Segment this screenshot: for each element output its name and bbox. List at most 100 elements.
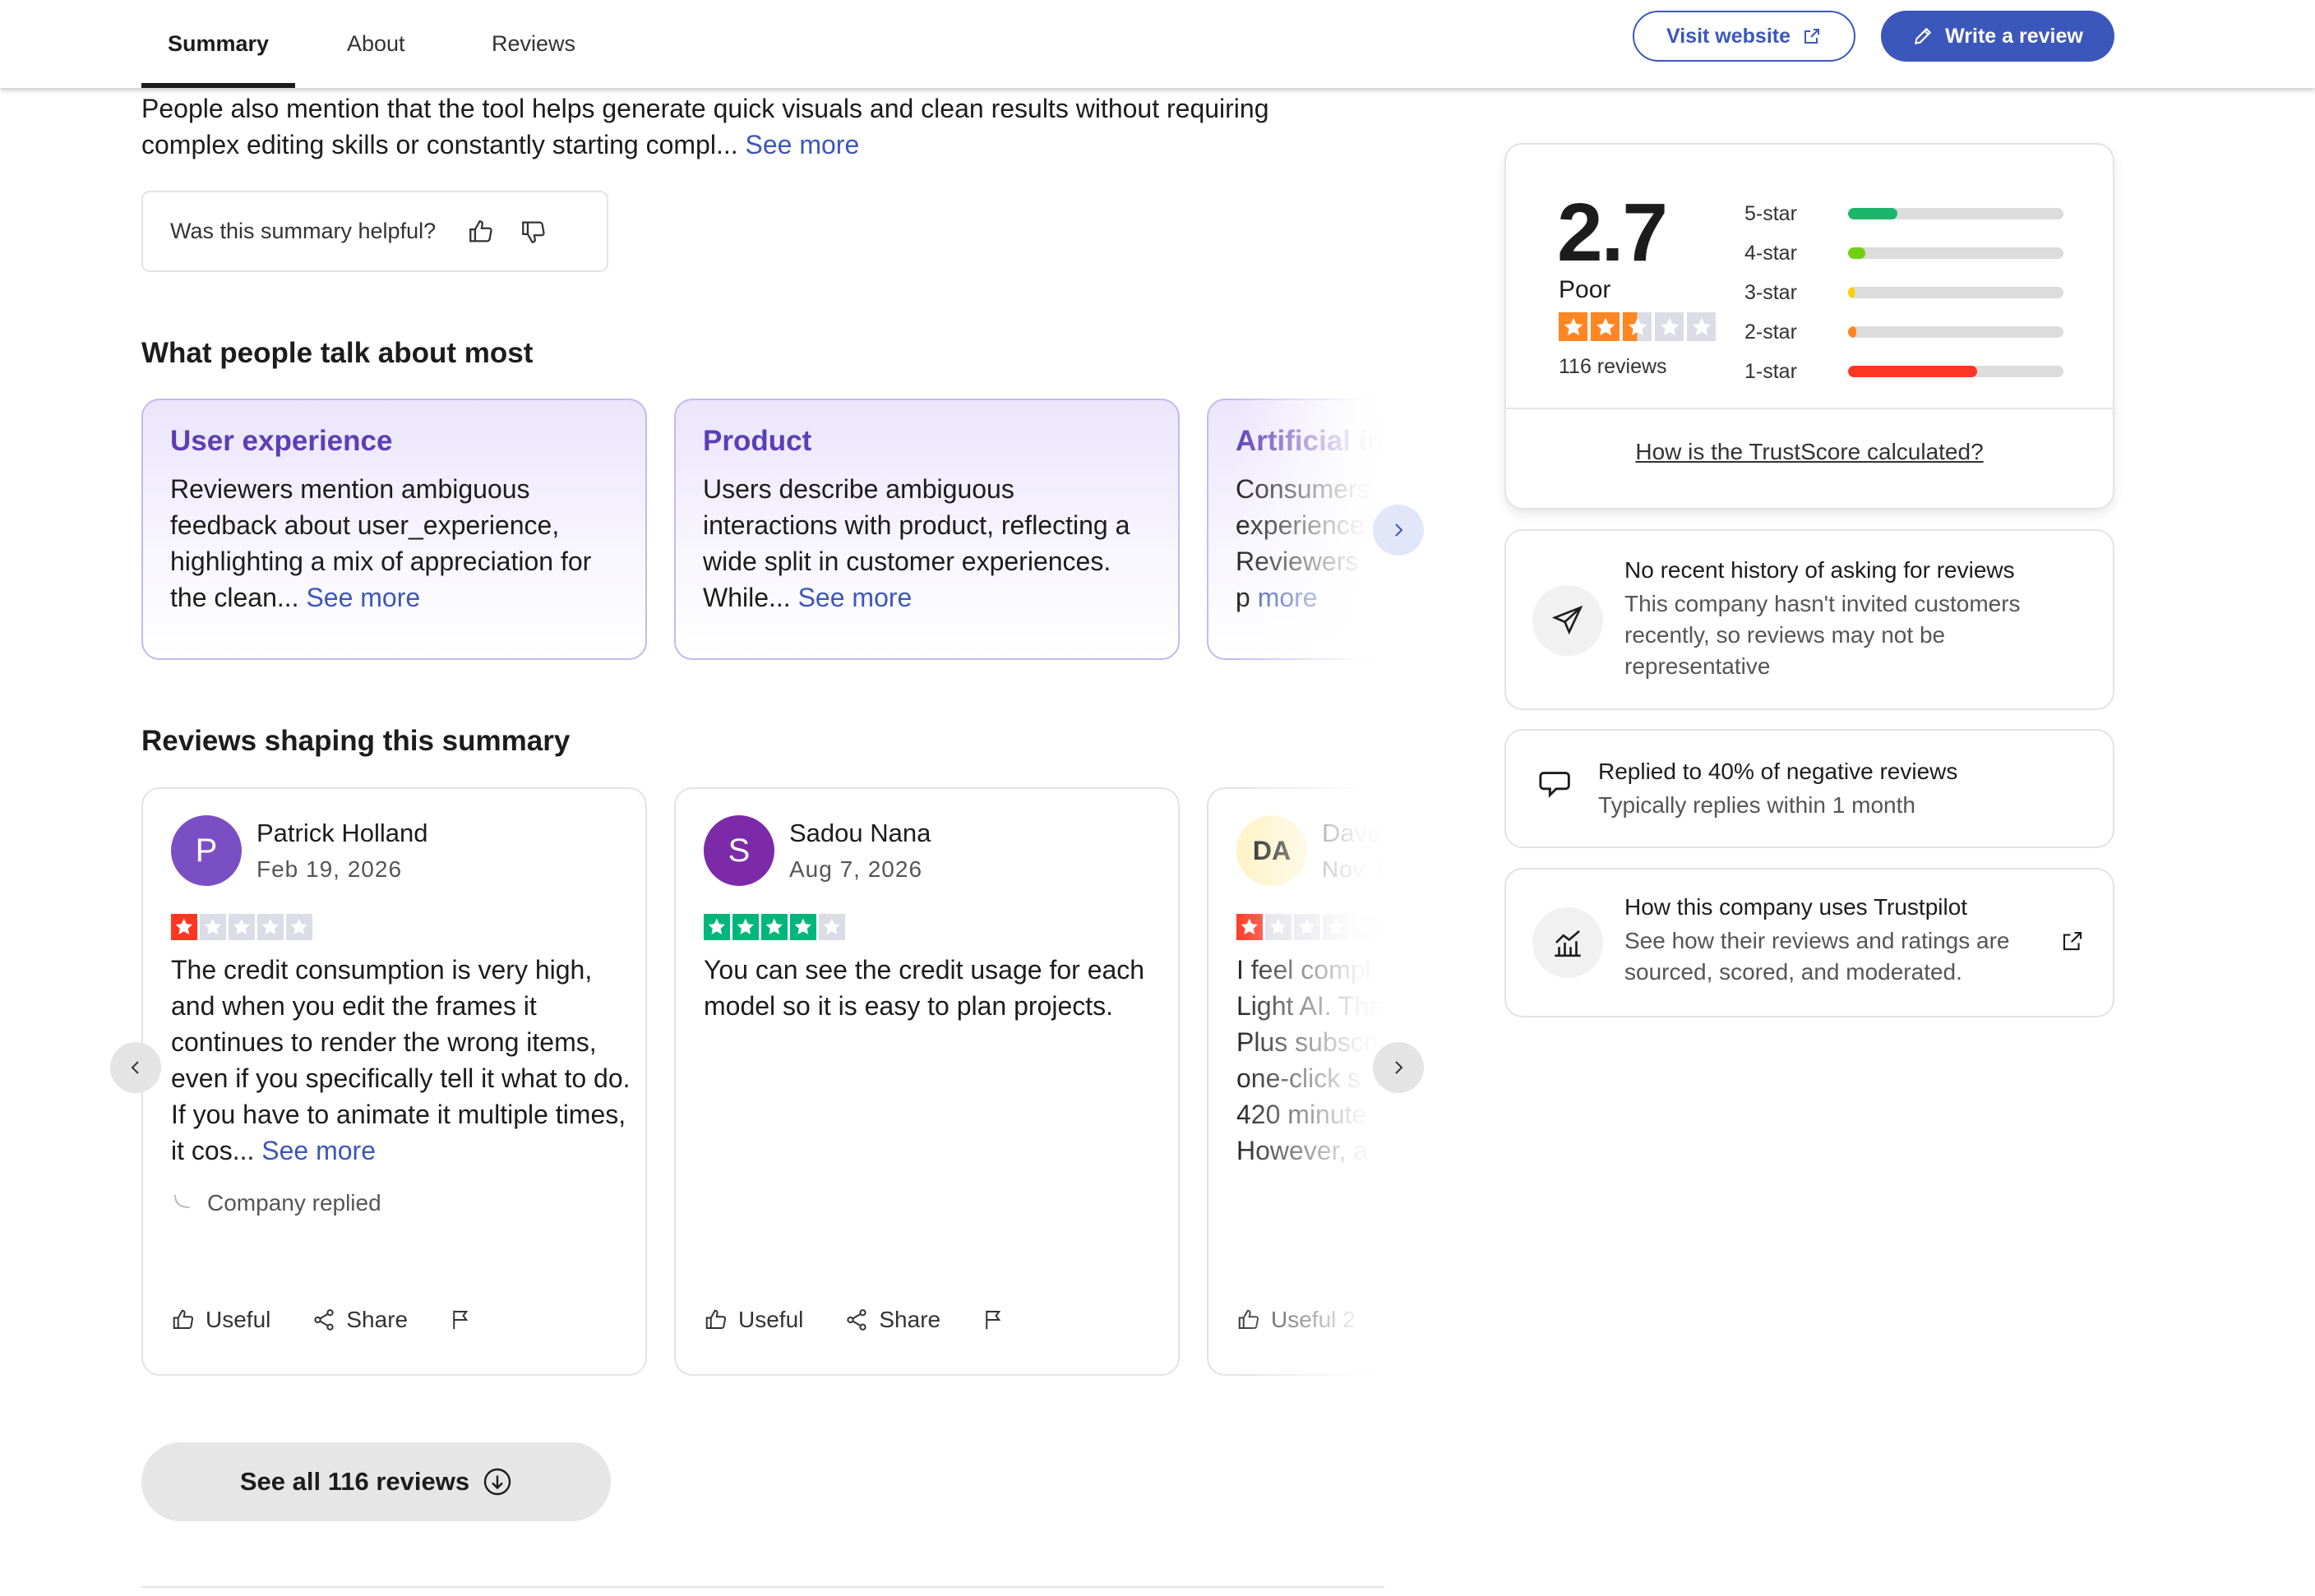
external-link-icon (2063, 931, 2082, 951)
star-icon (229, 914, 255, 940)
see-all-reviews-button[interactable]: See all 116 reviews (141, 1442, 611, 1521)
distribution-label: 1-star (1744, 359, 1797, 383)
distribution-bar (1848, 366, 2063, 377)
review-date: Aug 7, 2026 (789, 856, 923, 882)
thumbs-up-icon (173, 1309, 194, 1329)
review-card[interactable]: DA Dave Nov 1 I feel compl Light AI. The… (1207, 787, 1389, 1376)
tab-summary[interactable]: Summary (141, 0, 296, 88)
star-icon (1352, 914, 1378, 940)
reviewer-name[interactable]: Dave (1322, 819, 1381, 848)
card-divider (1506, 408, 2113, 409)
trustscore-stars (1559, 312, 1716, 341)
info-card-trustpilot-usage[interactable]: How this company uses Trustpilot See how… (1504, 868, 2114, 1017)
info-card-invitations: No recent history of asking for reviews … (1504, 529, 2114, 710)
info-desc: Typically replies within 1 month (1598, 792, 1915, 818)
reply-corner-icon (174, 1194, 190, 1208)
star-icon (1294, 914, 1320, 940)
share-button[interactable]: Share (312, 1307, 408, 1333)
topic-text: Consumers experience Reviewers p more (1236, 474, 1370, 612)
useful-button[interactable]: Useful (704, 1307, 803, 1333)
company-replied[interactable]: Company replied (171, 1190, 381, 1216)
info-card-replies: Replied to 40% of negative reviews Typic… (1504, 729, 2114, 848)
info-desc: This company hasn't invited customers re… (1624, 591, 2021, 679)
star-icon (1323, 914, 1349, 940)
trustscore-card: 2.7 Poor 116 reviews 5-star 4-star 3-star 2… (1504, 143, 2114, 510)
star-icon (819, 914, 845, 940)
summary-text: People also mention that the tool helps … (141, 90, 1333, 163)
distribution-row-2-star[interactable]: 2-star (1744, 312, 2063, 352)
avatar: S (704, 815, 774, 886)
star-icon (790, 914, 816, 940)
share-button[interactable]: Share (844, 1307, 940, 1333)
star-icon (171, 914, 197, 940)
topic-text: Users describe ambiguous interactions wi… (703, 474, 1130, 612)
thumbs-up-icon (705, 1309, 727, 1329)
star-icon (1623, 312, 1652, 341)
tab-reviews[interactable]: Reviews (492, 0, 575, 88)
distribution-row-1-star[interactable]: 1-star (1744, 352, 2063, 391)
star-icon (1265, 914, 1292, 940)
visit-website-button[interactable]: Visit website (1633, 11, 1855, 62)
review-star-rating (171, 914, 312, 940)
distribution-row-4-star[interactable]: 4-star (1744, 233, 2063, 273)
summary-body: People also mention that the tool helps … (141, 94, 1269, 159)
review-star-rating (704, 914, 845, 940)
topics-next-button[interactable] (1373, 505, 1424, 556)
star-icon (257, 914, 284, 940)
reviewer-name[interactable]: Sadou Nana (789, 819, 931, 848)
chevron-right-icon (1395, 524, 1403, 537)
star-icon (761, 914, 788, 940)
reviews-next-button[interactable] (1373, 1042, 1424, 1093)
review-see-more-link[interactable]: See more (261, 1136, 376, 1165)
topic-title: Artificial in (1236, 425, 1384, 457)
share-icon (314, 1309, 334, 1331)
review-text: You can see the credit usage for each mo… (704, 955, 1145, 1021)
star-icon (732, 914, 759, 940)
topic-card-artificial-intelligence[interactable]: Artificial in Consumers experience Revie… (1207, 399, 1389, 660)
distribution-bar (1848, 287, 2063, 298)
info-desc: See how their reviews and ratings are so… (1624, 928, 2010, 985)
summary-helpful-box: Was this summary helpful? (141, 191, 608, 272)
distribution-bar-fill (1848, 366, 1978, 377)
distribution-label: 3-star (1744, 280, 1797, 304)
star-icon (1591, 312, 1620, 341)
distribution-bar (1848, 208, 2063, 219)
share-icon (847, 1309, 866, 1331)
review-card[interactable]: P Patrick Holland Feb 19, 2026 The credi… (141, 787, 647, 1376)
external-link-icon (1804, 29, 1819, 44)
flag-icon[interactable] (449, 1308, 474, 1332)
useful-button[interactable]: Useful (171, 1307, 270, 1333)
reviews-prev-button[interactable] (110, 1042, 161, 1093)
summary-see-more-link[interactable]: See more (746, 130, 860, 159)
paper-plane-icon (1551, 605, 1583, 635)
thumbs-down-icon[interactable] (520, 218, 548, 246)
distribution-bar-fill (1848, 287, 1855, 298)
distribution-row-5-star[interactable]: 5-star (1744, 194, 2063, 233)
thumbs-up-icon[interactable] (467, 218, 495, 246)
topic-card-product[interactable]: Product Users describe ambiguous interac… (674, 399, 1180, 660)
distribution-label: 5-star (1744, 201, 1797, 225)
helpful-question: Was this summary helpful? (170, 219, 437, 243)
write-review-button[interactable]: Write a review (1881, 11, 2114, 62)
topic-see-more-link[interactable]: See more (798, 583, 913, 612)
review-actions: Useful 2 (1236, 1307, 1389, 1333)
flag-icon[interactable] (982, 1308, 1006, 1332)
topic-see-more-link[interactable]: more (1258, 583, 1318, 612)
topic-card-user-experience[interactable]: User experience Reviewers mention ambigu… (141, 399, 647, 660)
reviewer-name[interactable]: Patrick Holland (256, 819, 427, 848)
star-icon (704, 914, 730, 940)
avatar: P (171, 815, 242, 886)
visit-website-label: Visit website (1666, 24, 1791, 48)
trustscore-calculation-link[interactable]: How is the TrustScore calculated? (1506, 439, 2113, 465)
tab-about[interactable]: About (347, 0, 405, 88)
review-card[interactable]: S Sadou Nana Aug 7, 2026 You can see the… (674, 787, 1180, 1376)
topic-see-more-link[interactable]: See more (306, 583, 420, 612)
topics-carousel: User experience Reviewers mention ambigu… (0, 399, 1389, 662)
bar-chart-icon (1555, 930, 1581, 957)
rating-distribution: 5-star 4-star 3-star 2-star 1-star (1744, 194, 2063, 391)
distribution-row-3-star[interactable]: 3-star (1744, 273, 2063, 312)
top-navigation: Summary About Reviews Visit website Writ… (0, 0, 2315, 88)
star-icon (1559, 312, 1587, 341)
useful-button[interactable]: Useful 2 (1236, 1307, 1356, 1333)
topic-text: Reviewers mention ambiguous feedback abo… (170, 474, 592, 612)
